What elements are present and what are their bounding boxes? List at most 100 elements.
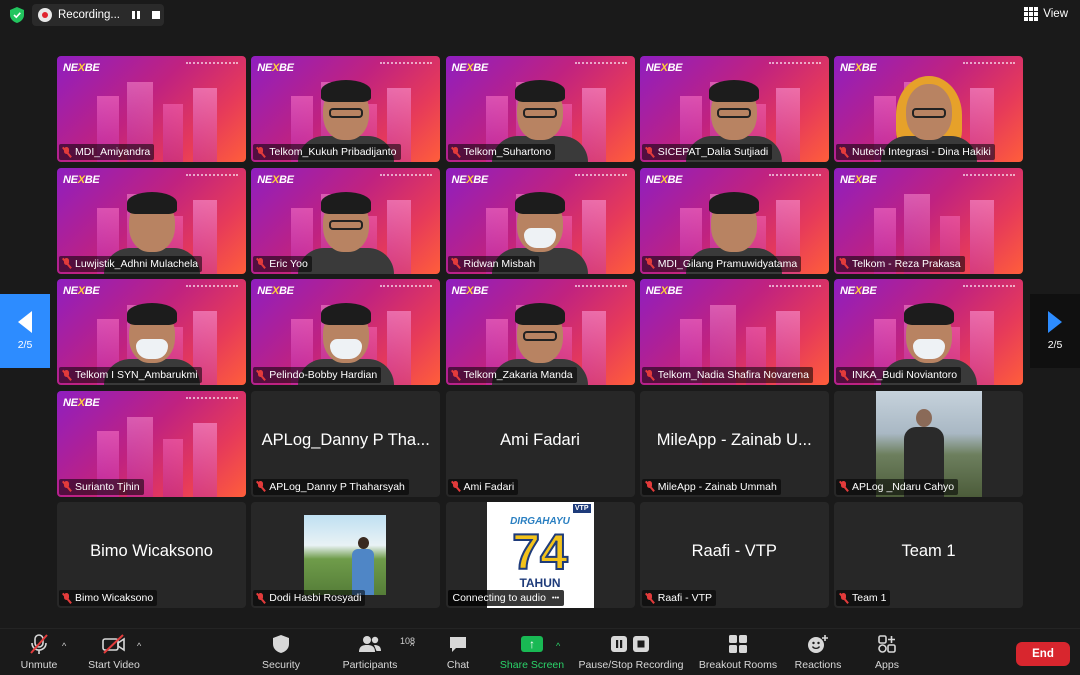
stop-recording-button[interactable] — [148, 8, 164, 22]
apps-icon — [877, 633, 897, 655]
encryption-shield-icon[interactable] — [10, 7, 24, 23]
participant-tile[interactable]: NEXBE SICEPAT_Dalia Sutjiadi — [639, 56, 829, 162]
event-logo: NEXBE — [451, 62, 489, 74]
participant-name-label: Ami Fadari — [447, 478, 519, 495]
pause-stop-recording-button[interactable]: Pause/Stop Recording — [578, 629, 684, 675]
participant-tile[interactable]: NEXBE Luwjistik_Adhni Mulachela — [57, 167, 246, 274]
event-logo: NEXBE — [63, 62, 100, 74]
participant-tile[interactable]: VTP DIRGAHAYU 74 TAHUN Connecting to audio ••… — [445, 502, 635, 608]
participant-name-label: Bimo Wicaksono — [59, 590, 158, 606]
participant-name-label: SICEPAT_Dalia Sutjiadi — [641, 144, 773, 160]
participant-name-label: Telkom_Nadia Shafira Novarena — [641, 367, 813, 383]
muted-mic-icon — [62, 146, 71, 158]
meeting-toolbar: Unmute ^ Start Video ^ Security 108 Part… — [0, 628, 1080, 675]
pause-stop-icon — [609, 633, 653, 655]
participant-tile[interactable]: MileApp - Zainab U... MileApp - Zainab Um… — [639, 390, 829, 497]
muted-mic-icon — [62, 481, 71, 492]
participant-name-label: Dodi Hasbi Rosyadi — [253, 590, 366, 606]
arrow-left-icon — [18, 311, 32, 333]
participant-tile[interactable]: Raafi - VTP Raafi - VTP — [639, 502, 829, 608]
participant-tile[interactable]: NEXBE Telkom_Zakaria Manda — [445, 279, 635, 385]
muted-mic-icon — [256, 369, 265, 381]
more-options-icon[interactable]: ••• — [552, 595, 559, 602]
stop-icon — [152, 11, 160, 19]
participant-name-label: Pelindo-Bobby Hardian — [253, 367, 382, 383]
muted-mic-icon — [839, 146, 848, 158]
video-options-caret-icon[interactable]: ^ — [137, 641, 141, 651]
participant-tile[interactable]: Team 1 Team 1 — [834, 502, 1023, 608]
participant-tile[interactable]: APLog _Ndaru Cahyo — [834, 390, 1023, 497]
profile-photo — [304, 515, 387, 595]
share-screen-button[interactable]: ↑ Share Screen — [499, 629, 565, 675]
event-logo: NEXBE — [645, 173, 683, 186]
participant-tile[interactable]: Dodi Hasbi Rosyadi — [251, 502, 441, 608]
event-logo: NEXBE — [840, 173, 877, 186]
participant-name-label: Ridwan Misbah — [447, 255, 540, 272]
participant-tile[interactable]: NEXBE Telkom I SYN_Ambarukmi — [57, 279, 246, 385]
breakout-rooms-label: Breakout Rooms — [698, 659, 778, 671]
chat-label: Chat — [446, 659, 470, 671]
end-meeting-button[interactable]: End — [1016, 642, 1070, 666]
video-gallery: NEXBE MDI_Amiyandra NEXBE Telkom_Kukuh Prib… — [57, 56, 1023, 608]
page-indicator-left: 2/5 — [17, 339, 33, 351]
security-label: Security — [262, 659, 300, 671]
participants-button[interactable]: 108 Participants — [340, 629, 415, 675]
participants-icon: 108 — [358, 633, 415, 655]
event-logo: NEXBE — [840, 285, 877, 297]
participant-tile[interactable]: NEXBE Nutech Integrasi - Dina Hakiki — [834, 56, 1023, 162]
start-video-button[interactable]: Start Video — [86, 629, 142, 675]
participant-tile[interactable]: NEXBE Telkom_Nadia Shafira Novarena — [639, 279, 829, 385]
audio-options-caret-icon[interactable]: ^ — [62, 641, 66, 651]
muted-mic-icon — [62, 258, 71, 269]
participant-tile[interactable]: NEXBE Surianto Tjhin — [57, 390, 246, 497]
pause-recording-button[interactable] — [128, 8, 144, 22]
previous-page-button[interactable]: 2/5 — [0, 294, 50, 368]
muted-mic-icon — [839, 481, 848, 492]
video-off-icon — [101, 633, 127, 655]
event-logo: NEXBE — [645, 285, 683, 297]
muted-mic-icon — [256, 146, 265, 158]
view-button[interactable]: View — [1024, 7, 1068, 21]
reactions-button[interactable]: Reactions — [793, 629, 843, 675]
participants-options-caret-icon[interactable]: ^ — [410, 641, 414, 651]
next-page-button[interactable]: 2/5 — [1030, 294, 1080, 368]
event-logo: NEXBE — [451, 173, 489, 186]
view-label: View — [1043, 8, 1068, 20]
security-button[interactable]: Security — [260, 629, 302, 675]
muted-mic-icon — [256, 592, 265, 604]
participant-name-label: Luwjistik_Adhni Mulachela — [59, 255, 203, 272]
participant-name-label: Telkom_Zakaria Manda — [447, 367, 577, 383]
participant-tile[interactable]: NEXBE Telkom - Reza Prakasa — [834, 167, 1023, 274]
recording-indicator: Recording... — [32, 4, 164, 26]
participant-tile[interactable]: Ami Fadari Ami Fadari — [445, 390, 635, 497]
chat-button[interactable]: Chat — [444, 629, 472, 675]
muted-mic-icon — [62, 592, 71, 604]
chat-icon — [448, 633, 468, 655]
muted-mic-icon — [62, 369, 71, 381]
participant-display-name: MileApp - Zainab U... — [656, 430, 812, 449]
page-indicator-right: 2/5 — [1047, 339, 1063, 351]
participant-display-name: Ami Fadari — [500, 430, 580, 449]
muted-mic-icon — [839, 369, 848, 381]
event-logo: NEXBE — [257, 285, 294, 297]
event-logo: NEXBE — [63, 173, 100, 186]
apps-button[interactable]: Apps — [872, 629, 902, 675]
share-options-caret-icon[interactable]: ^ — [556, 641, 560, 651]
event-logo: NEXBE — [257, 173, 294, 186]
participant-tile[interactable]: NEXBE Telkom_Suhartono — [445, 56, 635, 162]
unmute-button[interactable]: Unmute — [18, 629, 60, 675]
breakout-rooms-button[interactable]: Breakout Rooms — [698, 629, 778, 675]
participants-label: Participants — [342, 659, 398, 671]
participant-tile[interactable]: NEXBE MDI_Amiyandra — [57, 56, 246, 162]
participant-tile[interactable]: APLog_Danny P Tha... APLog_Danny P Thahar… — [251, 390, 441, 497]
participant-tile[interactable]: NEXBE Telkom_Kukuh Pribadijanto — [251, 56, 441, 162]
participant-tile[interactable]: NEXBE MDI_Gilang Pramuwidyatama — [639, 167, 829, 274]
participant-name-label: Telkom I SYN_Ambarukmi — [59, 367, 202, 383]
participant-name-label: Raafi - VTP — [641, 590, 717, 606]
muted-mic-icon — [256, 258, 265, 269]
participant-tile[interactable]: NEXBE Ridwan Misbah — [445, 167, 635, 274]
participant-tile[interactable]: NEXBE Pelindo-Bobby Hardian — [251, 279, 441, 385]
participant-tile[interactable]: NEXBE Eric Yoo — [251, 167, 441, 274]
participant-tile[interactable]: Bimo Wicaksono Bimo Wicaksono — [57, 502, 246, 608]
participant-tile[interactable]: NEXBE INKA_Budi Noviantoro — [834, 279, 1023, 385]
